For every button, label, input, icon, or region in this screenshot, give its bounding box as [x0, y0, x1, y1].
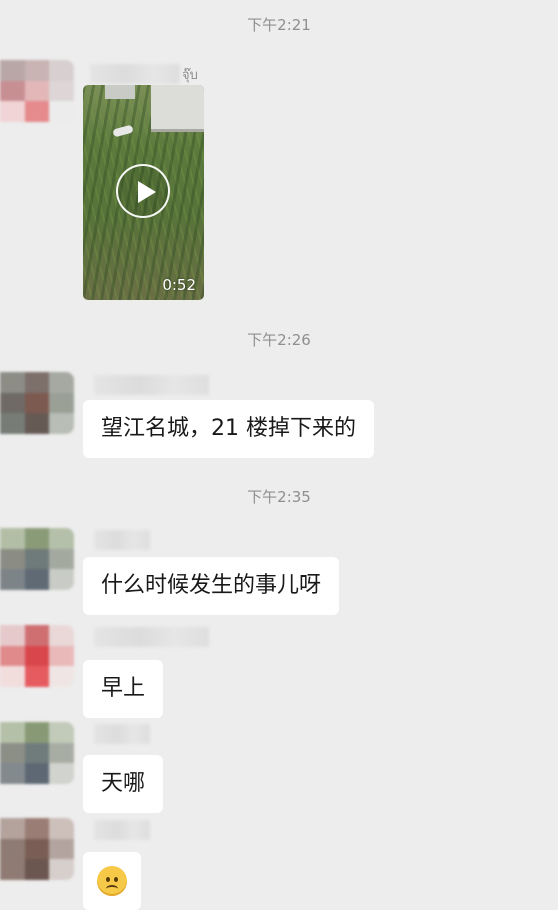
- video-duration: 0:52: [162, 276, 196, 294]
- sender-name-blurred: [94, 820, 150, 840]
- video-message[interactable]: 0:52: [83, 85, 204, 300]
- sender-name-blurred: [94, 627, 209, 647]
- avatar[interactable]: [0, 722, 74, 784]
- avatar[interactable]: [0, 625, 74, 687]
- timestamp: 下午2:26: [247, 331, 311, 349]
- sender-name-tag: จุ๊บ: [182, 68, 198, 83]
- sender-name-blurred: [94, 724, 150, 744]
- video-thumbnail-building: [151, 85, 204, 132]
- video-thumbnail-building: [105, 85, 135, 99]
- avatar[interactable]: [0, 60, 74, 122]
- avatar[interactable]: [0, 818, 74, 880]
- play-icon[interactable]: [116, 164, 170, 218]
- sad-face-emoji-icon: [97, 866, 127, 896]
- message-bubble[interactable]: [83, 852, 141, 910]
- avatar[interactable]: [0, 528, 74, 590]
- message-bubble[interactable]: 天哪: [83, 755, 164, 813]
- sender-name-blurred: [94, 530, 150, 550]
- video-thumbnail-object: [112, 124, 134, 138]
- timestamp: 下午2:21: [247, 16, 311, 34]
- avatar[interactable]: [0, 372, 74, 434]
- message-bubble[interactable]: 早上: [83, 660, 164, 718]
- message-bubble[interactable]: 什么时候发生的事儿呀: [83, 557, 340, 615]
- message-bubble[interactable]: 望江名城，21 楼掉下来的: [83, 400, 374, 458]
- timestamp: 下午2:35: [247, 488, 311, 506]
- sender-name-blurred: [90, 64, 180, 84]
- sender-name-blurred: [94, 375, 209, 395]
